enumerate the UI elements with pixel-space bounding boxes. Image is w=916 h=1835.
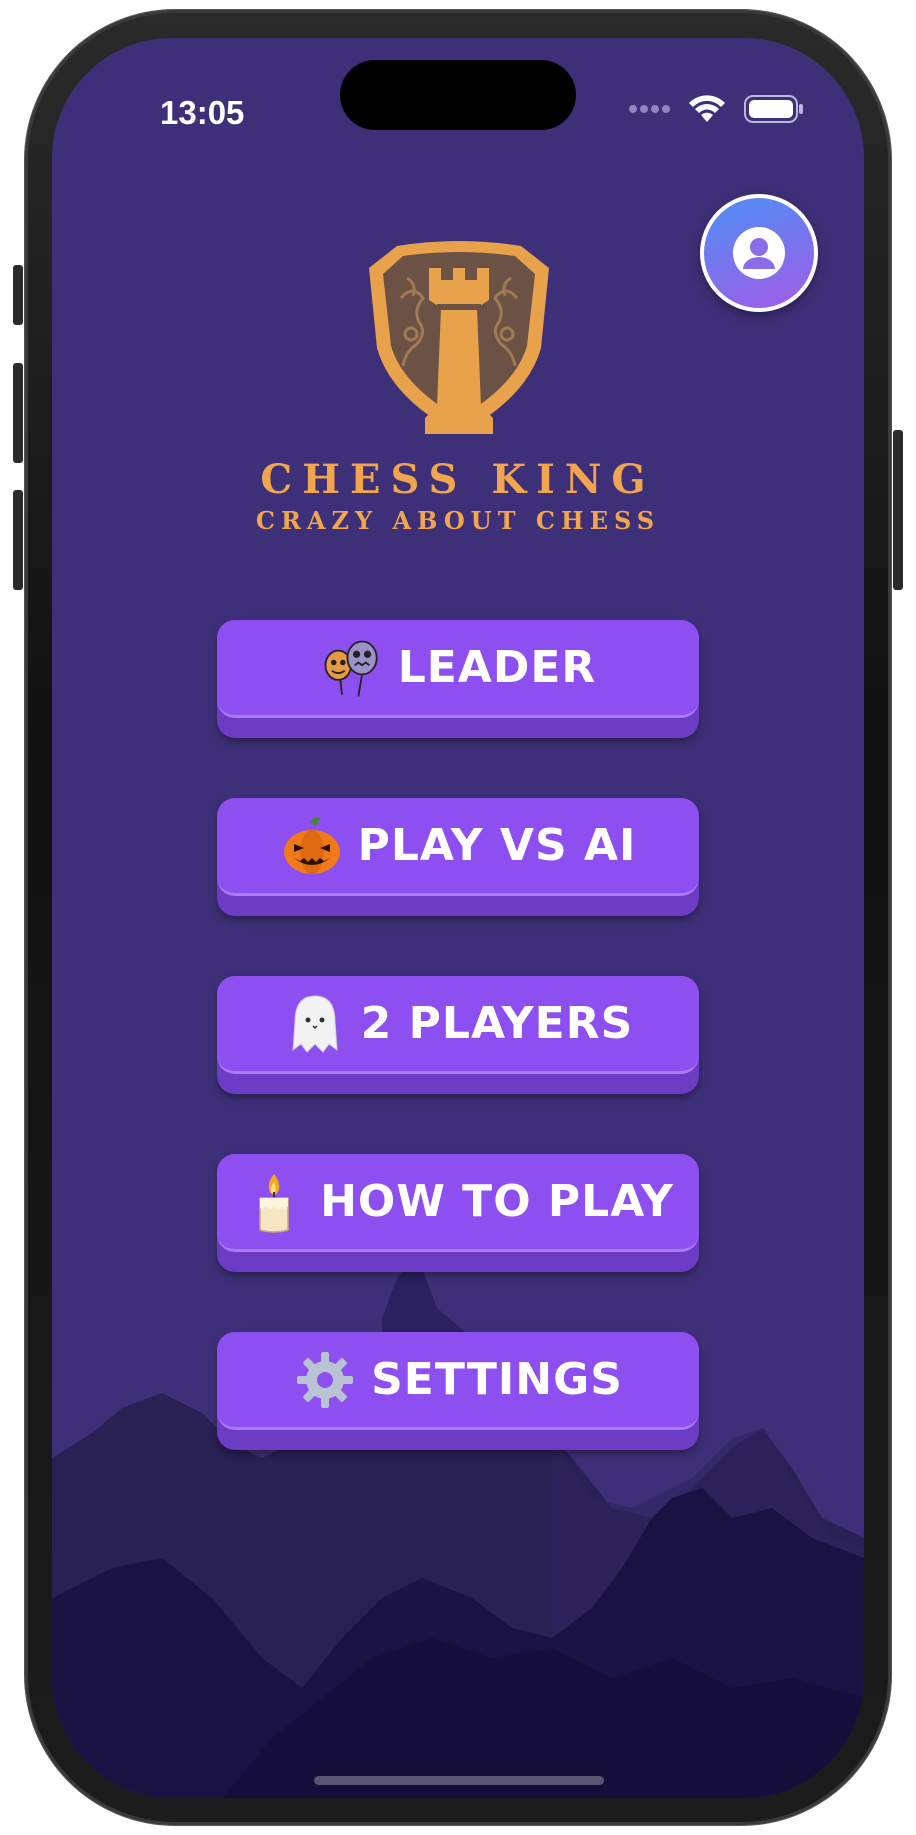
profile-button[interactable]: [700, 194, 818, 312]
leader-label: LEADER: [397, 642, 597, 693]
candle-icon: [242, 1170, 306, 1234]
balloons-icon: [320, 636, 384, 700]
two-players-button[interactable]: 2 PLAYERS: [217, 976, 699, 1094]
chess-rook-logo: [369, 241, 549, 434]
how-to-play-label: HOW TO PLAY: [320, 1176, 674, 1227]
main-menu: LEADER PLAY VS AI 2 PLAYERS HOW TO PLAY …: [217, 620, 699, 1510]
volume-down-button: [13, 490, 23, 590]
volume-up-button: [13, 363, 23, 463]
dynamic-island: [340, 60, 576, 130]
pumpkin-icon: [280, 814, 344, 878]
home-indicator[interactable]: [314, 1776, 604, 1785]
app-subtitle: CRAZY ABOUT CHESS: [255, 506, 661, 535]
two-players-label: 2 PLAYERS: [360, 998, 634, 1049]
settings-label: SETTINGS: [371, 1354, 623, 1405]
battery-icon: [744, 95, 803, 123]
status-icons: [628, 94, 804, 124]
how-to-play-button[interactable]: HOW TO PLAY: [217, 1154, 699, 1272]
power-button: [893, 430, 903, 590]
signal-dots-icon: [629, 105, 670, 113]
user-icon: [733, 227, 785, 279]
leader-button[interactable]: LEADER: [217, 620, 699, 738]
play-vs-ai-label: PLAY VS AI: [357, 820, 637, 871]
ghost-icon: [283, 992, 347, 1056]
play-vs-ai-button[interactable]: PLAY VS AI: [217, 798, 699, 916]
status-time: 13:05: [160, 94, 245, 131]
settings-button[interactable]: SETTINGS: [217, 1332, 699, 1450]
gear-icon: [293, 1348, 357, 1412]
app-screen: 13:05 CHESS KING CRAZY ABOUT CHESS LEADE…: [52, 38, 864, 1798]
app-title: CHESS KING: [260, 456, 656, 503]
action-button: [13, 265, 23, 325]
wifi-icon: [689, 95, 725, 122]
